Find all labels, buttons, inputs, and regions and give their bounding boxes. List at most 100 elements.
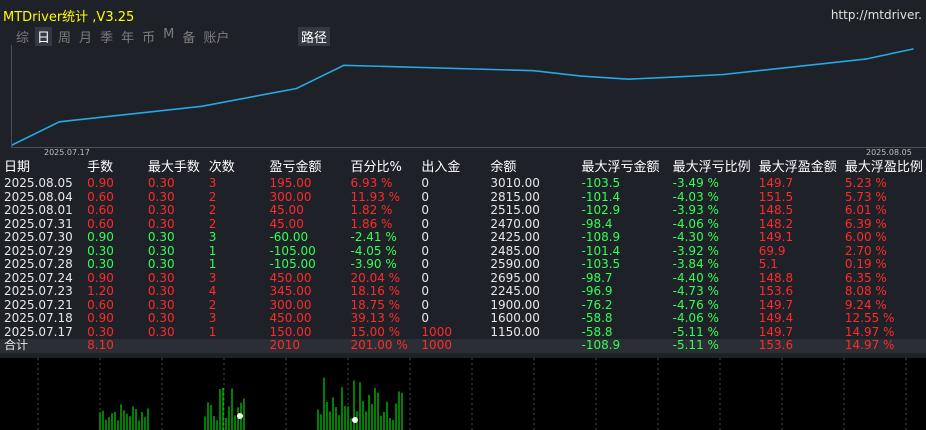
col-header-pnl[interactable]: 盈亏金额 xyxy=(269,159,350,177)
cell-lots: 0.90 xyxy=(87,271,114,285)
tab-overview[interactable]: 综 xyxy=(14,27,31,46)
cell-max-lots: 0.30 xyxy=(147,258,175,272)
col-header-count[interactable]: 次数 xyxy=(209,159,270,177)
cell-max-lots: 0.30 xyxy=(147,285,175,299)
table-row: 2025.07.30 0.90 0.30 3 -60.00 -2.41 % 0 2425.00… xyxy=(0,231,926,245)
tab-day[interactable]: 日 xyxy=(35,27,53,46)
col-header-max-float-profit[interactable]: 最大浮盈金额 xyxy=(759,159,845,177)
cell-max-float-profit-pct: 0.19 % xyxy=(844,258,887,272)
cell-max-float-loss-pct: -4.03 % xyxy=(672,190,719,204)
balance-point xyxy=(675,76,677,78)
balance-point xyxy=(532,69,535,72)
col-header-percent[interactable]: 百分比% xyxy=(351,159,422,177)
cell-pnl: 45.00 xyxy=(269,217,304,231)
total-max-float-loss: -108.9 xyxy=(581,339,673,353)
table-header: 日期 手数 最大手数 次数 盈亏金额 百分比% 出入金 余额 最大浮亏金额 最大浮亏比例 最大浮盈金… xyxy=(0,159,926,177)
cell-max-float-loss-pct: -4.76 % xyxy=(672,298,719,312)
tab-quarter[interactable]: 季 xyxy=(98,27,115,46)
cell-balance: 1900.00 xyxy=(490,298,540,312)
cell-max-float-loss: -101.4 xyxy=(581,244,621,258)
cell-deposit: 0 xyxy=(421,258,430,272)
tab-week[interactable]: 周 xyxy=(56,27,73,46)
cell-max-float-loss: -96.9 xyxy=(581,285,613,299)
tab-account[interactable]: 账户 xyxy=(201,27,231,46)
col-header-balance[interactable]: 余额 xyxy=(490,159,581,177)
balance-line xyxy=(12,48,914,146)
cell-max-float-profit-pct: 14.97 % xyxy=(844,325,895,339)
cell-count: 2 xyxy=(208,217,217,231)
cell-max-float-profit-pct: 6.39 % xyxy=(844,217,887,231)
balance-curve-svg xyxy=(12,48,914,146)
table-row: 2025.07.28 0.30 0.30 1 -105.00 -3.90 % 0 2590.0… xyxy=(0,258,926,272)
col-header-max-float-profit-pct[interactable]: 最大浮盈比例 xyxy=(845,159,926,177)
cell-max-float-profit: 148.5 xyxy=(758,204,794,218)
cell-max-float-loss-pct: -4.40 % xyxy=(672,271,719,285)
cell-date: 2025.07.28 xyxy=(4,258,73,272)
cell-count: 4 xyxy=(208,285,217,299)
total-max-lots xyxy=(147,339,209,353)
cell-percent: 1.86 % xyxy=(350,217,393,231)
cell-percent: 18.75 % xyxy=(350,298,401,312)
cell-balance: 2695.00 xyxy=(490,271,540,285)
cell-count: 3 xyxy=(208,231,217,245)
cell-pnl: -60.00 xyxy=(269,231,309,245)
cell-max-float-profit: 153.6 xyxy=(758,285,794,299)
col-header-max-lots[interactable]: 最大手数 xyxy=(148,159,209,177)
cell-pnl: 195.00 xyxy=(269,177,312,191)
cell-max-float-profit-pct: 2.70 % xyxy=(844,244,887,258)
cell-deposit: 0 xyxy=(421,204,430,218)
balance-point xyxy=(58,120,61,123)
tab-m[interactable]: M xyxy=(161,27,176,46)
tab-note[interactable]: 备 xyxy=(180,27,197,46)
cell-max-lots: 0.30 xyxy=(147,244,175,258)
cell-lots: 0.30 xyxy=(87,325,114,339)
cell-max-float-profit-pct: 8.08 % xyxy=(844,285,887,299)
col-header-max-float-loss-pct[interactable]: 最大浮亏比例 xyxy=(673,159,759,177)
col-header-lots[interactable]: 手数 xyxy=(87,159,148,177)
cell-lots: 0.60 xyxy=(87,217,114,231)
cell-deposit: 0 xyxy=(421,244,430,258)
tab-year[interactable]: 年 xyxy=(119,27,136,46)
col-header-deposit[interactable]: 出入金 xyxy=(421,159,490,177)
app-title: MTDriver统计 ,V3.25 xyxy=(3,10,135,25)
cell-percent: 39.13 % xyxy=(350,312,401,326)
tab-month[interactable]: 月 xyxy=(77,27,94,46)
cell-max-lots: 0.30 xyxy=(147,190,175,204)
cell-deposit: 0 xyxy=(421,177,430,191)
website-link[interactable]: http://mtdriver. xyxy=(831,8,922,22)
cell-max-float-loss: -76.2 xyxy=(581,298,613,312)
cell-max-lots: 0.30 xyxy=(147,312,175,326)
cell-date: 2025.07.21 xyxy=(4,298,73,312)
table-row: 2025.07.18 0.90 0.30 3 450.00 39.13 % 0 1600.00… xyxy=(0,312,926,326)
cell-date: 2025.07.29 xyxy=(4,244,73,258)
total-max-float-profit: 153.6 xyxy=(758,339,845,353)
cell-pnl: 150.00 xyxy=(269,325,312,339)
tab-currency[interactable]: 币 xyxy=(140,27,157,46)
cell-pnl: 450.00 xyxy=(269,312,312,326)
cell-max-float-loss: -101.4 xyxy=(581,190,621,204)
table-row: 2025.08.01 0.60 0.30 2 45.00 1.82 % 0 2515.00 -1… xyxy=(0,204,926,218)
cell-lots: 0.90 xyxy=(87,231,114,245)
cell-deposit: 0 xyxy=(421,285,430,299)
cell-count: 2 xyxy=(208,204,217,218)
cell-percent: 20.04 % xyxy=(350,271,401,285)
cell-max-float-profit: 149.4 xyxy=(758,312,794,326)
cell-pnl: 300.00 xyxy=(269,298,312,312)
cell-max-float-loss: -98.7 xyxy=(581,271,613,285)
cell-lots: 0.90 xyxy=(87,312,114,326)
cell-deposit: 0 xyxy=(421,217,430,231)
cell-max-float-profit: 149.1 xyxy=(758,231,794,245)
cell-max-lots: 0.30 xyxy=(147,271,175,285)
cell-max-lots: 0.30 xyxy=(147,231,175,245)
cell-balance: 1150.00 xyxy=(490,325,540,339)
col-header-date[interactable]: 日期 xyxy=(0,159,87,177)
balance-point xyxy=(627,78,630,80)
cell-max-float-loss-pct: -4.06 % xyxy=(672,217,719,231)
cell-count: 3 xyxy=(208,312,217,326)
table-row: 2025.07.17 0.30 0.30 1 150.00 15.00 % 1000 1150… xyxy=(0,326,926,340)
cell-date: 2025.07.18 xyxy=(4,312,73,326)
col-header-max-float-loss[interactable]: 最大浮亏金额 xyxy=(581,159,672,177)
path-button[interactable]: 路径 xyxy=(298,27,331,46)
cell-date: 2025.07.23 xyxy=(4,285,73,299)
balance-point xyxy=(343,64,345,67)
